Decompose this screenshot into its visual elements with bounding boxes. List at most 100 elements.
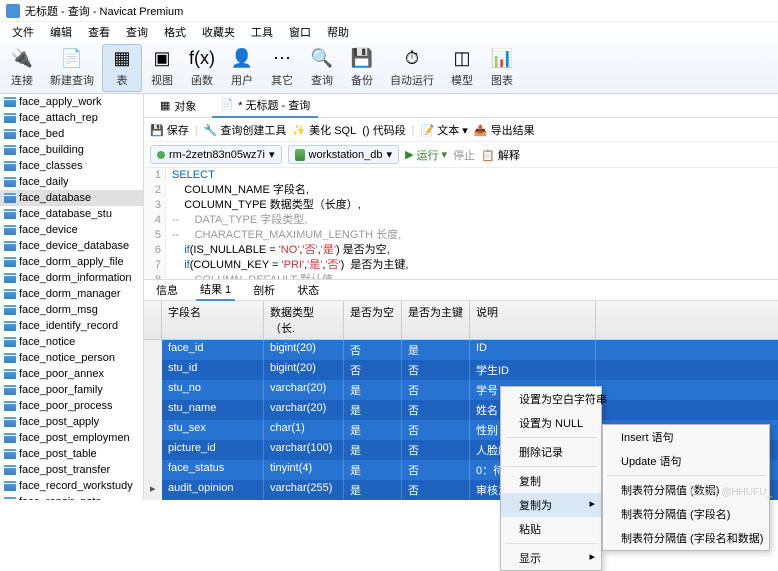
- table-icon: [4, 353, 16, 363]
- db-select[interactable]: workstation_db▾: [288, 145, 400, 164]
- sidebar-item[interactable]: face_post_employmen: [0, 430, 143, 446]
- menu-item[interactable]: 编辑: [44, 22, 78, 42]
- codeseg-button[interactable]: () 代码段: [362, 122, 405, 138]
- toolbar-button[interactable]: 💾备份: [342, 44, 382, 92]
- menu-item[interactable]: 窗口: [283, 22, 317, 42]
- toolbar-button[interactable]: 🔍查询: [302, 44, 342, 92]
- table-icon: [4, 481, 16, 491]
- context-menu-item[interactable]: 显示: [501, 546, 601, 570]
- table-icon: [4, 257, 16, 267]
- toolbar-button[interactable]: 📄新建查询: [42, 44, 102, 92]
- table-row[interactable]: face_idbigint(20)否是ID: [144, 340, 778, 360]
- sidebar-item[interactable]: face_classes: [0, 158, 143, 174]
- sidebar-item[interactable]: face_poor_family: [0, 382, 143, 398]
- sidebar-item[interactable]: face_record_workstudy: [0, 478, 143, 494]
- beautify-button[interactable]: ✨ 美化 SQL: [292, 122, 356, 138]
- menu-item[interactable]: 工具: [245, 22, 279, 42]
- menu-item[interactable]: 查询: [120, 22, 154, 42]
- sidebar-item[interactable]: face_apply_work: [0, 94, 143, 110]
- context-menu-item[interactable]: 复制为: [501, 493, 601, 517]
- menu-item[interactable]: 文件: [6, 22, 40, 42]
- table-icon: [4, 273, 16, 283]
- sidebar-item[interactable]: face_device: [0, 222, 143, 238]
- column-header[interactable]: 是否为空: [344, 301, 402, 339]
- sidebar-item[interactable]: face_post_transfer: [0, 462, 143, 478]
- toolbar-button[interactable]: ⋯其它: [262, 44, 302, 92]
- text-button[interactable]: 📝 文本 ▾: [420, 122, 467, 138]
- table-row[interactable]: stu_novarchar(20)是否学号: [144, 380, 778, 400]
- context-menu-item[interactable]: 删除记录: [501, 440, 601, 464]
- sidebar-item[interactable]: face_identify_record: [0, 318, 143, 334]
- sidebar-item[interactable]: face_dorm_msg: [0, 302, 143, 318]
- save-button[interactable]: 💾 保存: [150, 122, 189, 138]
- sidebar-item[interactable]: face_attach_rep: [0, 110, 143, 126]
- run-button[interactable]: ▶ 运行 ▾: [405, 147, 447, 163]
- menu-bar: 文件编辑查看查询格式收藏夹工具窗口帮助: [0, 22, 778, 42]
- context-menu-item[interactable]: 制表符分隔值 (字段名和数据): [603, 526, 769, 550]
- table-icon: [4, 417, 16, 427]
- table-icon: [4, 241, 16, 251]
- sidebar-item[interactable]: face_daily: [0, 174, 143, 190]
- table-row[interactable]: stu_namevarchar(20)是否姓名: [144, 400, 778, 420]
- sidebar[interactable]: face_apply_workface_attach_repface_bedfa…: [0, 94, 144, 500]
- menu-item[interactable]: 查看: [82, 22, 116, 42]
- toolbar-button[interactable]: ▣视图: [142, 44, 182, 92]
- sidebar-item[interactable]: face_post_apply: [0, 414, 143, 430]
- context-menu[interactable]: 设置为空白字符串设置为 NULL 删除记录复制复制为粘贴显示: [500, 386, 602, 571]
- tab-profile[interactable]: 剖析: [249, 280, 279, 300]
- tab-info[interactable]: 信息: [152, 280, 182, 300]
- sidebar-item[interactable]: face_repair_note: [0, 494, 143, 500]
- tab-objects[interactable]: ▦对象: [152, 95, 204, 117]
- context-menu-item[interactable]: 设置为 NULL: [501, 411, 601, 435]
- menu-item[interactable]: 帮助: [321, 22, 355, 42]
- menu-item[interactable]: 格式: [158, 22, 192, 42]
- context-menu-item[interactable]: 粘贴: [501, 517, 601, 541]
- toolbar-button[interactable]: ▦表: [102, 44, 142, 92]
- sidebar-item[interactable]: face_dorm_manager: [0, 286, 143, 302]
- sidebar-item[interactable]: face_building: [0, 142, 143, 158]
- row-marker: [144, 420, 162, 440]
- context-menu-item[interactable]: Update 语句: [603, 449, 769, 473]
- menu-item[interactable]: 收藏夹: [196, 22, 241, 42]
- editor-tabs: ▦对象 📄* 无标题 - 查询: [144, 94, 778, 118]
- sidebar-item[interactable]: face_dorm_apply_file: [0, 254, 143, 270]
- tab-query[interactable]: 📄* 无标题 - 查询: [212, 94, 318, 118]
- sidebar-item[interactable]: face_poor_process: [0, 398, 143, 414]
- column-header[interactable]: 数据类型（长.: [264, 301, 344, 339]
- context-menu-item[interactable]: 复制: [501, 469, 601, 493]
- context-menu-item[interactable]: 设置为空白字符串: [501, 387, 601, 411]
- explain-button[interactable]: 📋 解释: [481, 147, 520, 163]
- column-header[interactable]: 字段名: [162, 301, 264, 339]
- tab-status[interactable]: 状态: [293, 280, 323, 300]
- table-icon: [4, 145, 16, 155]
- server-select[interactable]: rm-2zetn83n05wz7i▾: [150, 145, 282, 164]
- result-tabs: 信息 结果 1 剖析 状态: [144, 279, 778, 301]
- toolbar-button[interactable]: 🔌连接: [2, 44, 42, 92]
- table-icon: [4, 433, 16, 443]
- column-header[interactable]: 是否为主键: [402, 301, 470, 339]
- table-icon: [4, 161, 16, 171]
- sidebar-item[interactable]: face_dorm_information: [0, 270, 143, 286]
- sql-editor[interactable]: 123456789 SELECT COLUMN_NAME 字段名, COLUMN…: [144, 168, 778, 279]
- context-menu-item[interactable]: 制表符分隔值 (字段名): [603, 502, 769, 526]
- sidebar-item[interactable]: face_bed: [0, 126, 143, 142]
- table-icon: [4, 129, 16, 139]
- builder-button[interactable]: 🔧 查询创建工具: [204, 122, 287, 138]
- tab-result1[interactable]: 结果 1: [196, 279, 235, 301]
- sidebar-item[interactable]: face_poor_annex: [0, 366, 143, 382]
- export-button[interactable]: 📤 导出结果: [474, 122, 535, 138]
- sidebar-item[interactable]: face_database: [0, 190, 143, 206]
- sidebar-item[interactable]: face_device_database: [0, 238, 143, 254]
- toolbar-button[interactable]: f(x)函数: [182, 44, 222, 92]
- sidebar-item[interactable]: face_notice: [0, 334, 143, 350]
- sidebar-item[interactable]: face_notice_person: [0, 350, 143, 366]
- column-header[interactable]: 说明: [470, 301, 596, 339]
- toolbar-button[interactable]: 👤用户: [222, 44, 262, 92]
- toolbar-button[interactable]: 📊图表: [482, 44, 522, 92]
- context-menu-item[interactable]: Insert 语句: [603, 425, 769, 449]
- toolbar-button[interactable]: ⏱自动运行: [382, 44, 442, 92]
- sidebar-item[interactable]: face_database_stu: [0, 206, 143, 222]
- toolbar-button[interactable]: ◫模型: [442, 44, 482, 92]
- table-row[interactable]: stu_idbigint(20)否否学生ID: [144, 360, 778, 380]
- sidebar-item[interactable]: face_post_table: [0, 446, 143, 462]
